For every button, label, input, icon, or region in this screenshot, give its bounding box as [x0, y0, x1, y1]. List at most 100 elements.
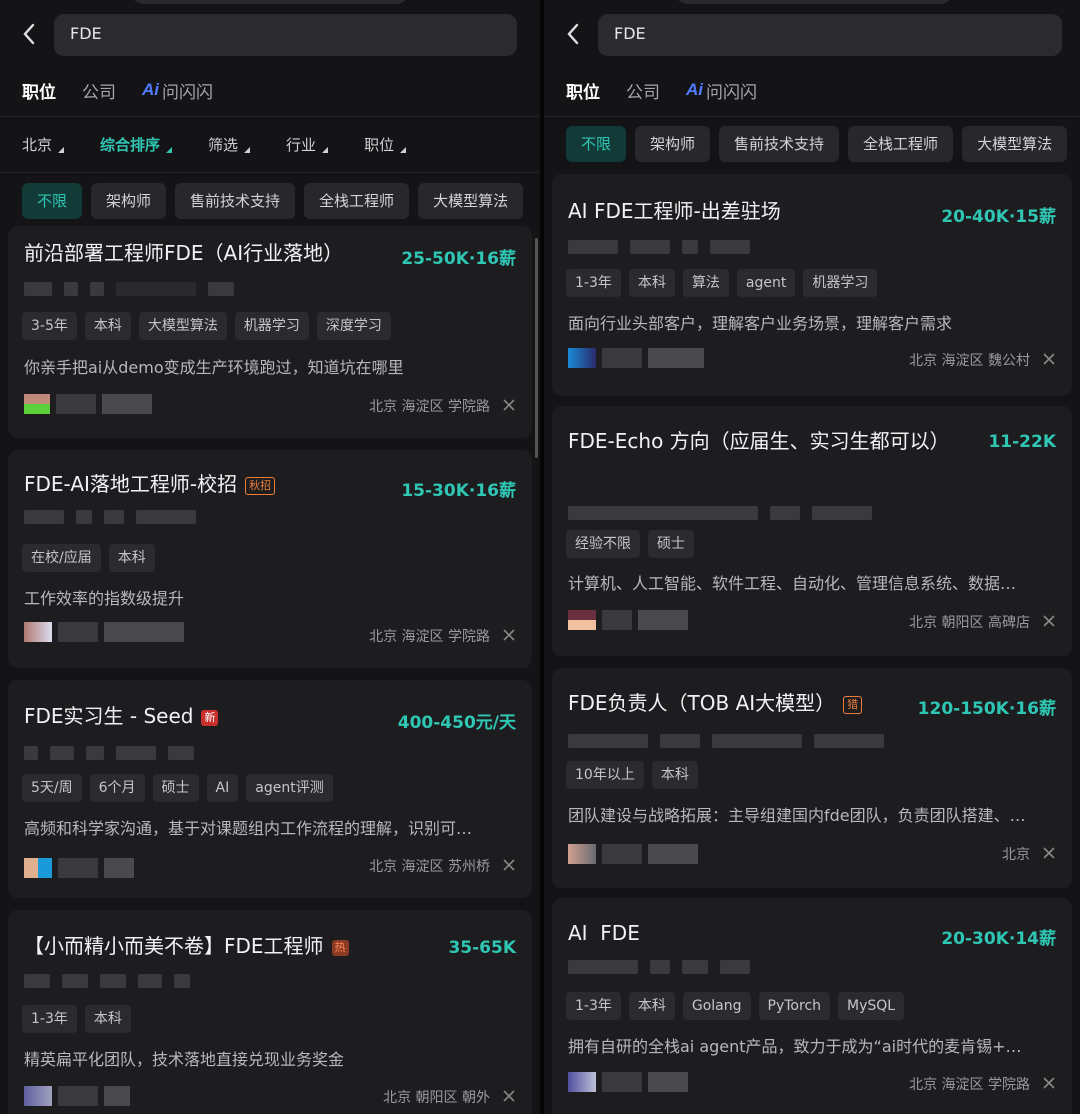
- headhunter-badge: 猎: [843, 695, 863, 714]
- job-card[interactable]: AI FDE工程师-出差驻场 20-40K·15薪 1-3年 本科 算法 age…: [552, 174, 1072, 396]
- job-card[interactable]: FDE-Echo 方向（应届生、实习生都可以） 11-22K 经验不限 硕士 计…: [552, 406, 1072, 656]
- divider: [0, 172, 540, 173]
- tab-companies[interactable]: 公司: [82, 78, 116, 103]
- filter-sort[interactable]: 综合排序: [100, 134, 173, 156]
- close-icon[interactable]: [502, 628, 516, 642]
- tag-list: 5天/周 6个月 硕士 AI agent评测: [22, 774, 341, 802]
- tab-companies[interactable]: 公司: [626, 78, 660, 103]
- job-location: 北京: [1002, 847, 1030, 863]
- chip-architect[interactable]: 架构师: [635, 126, 711, 162]
- filter-city[interactable]: 北京: [22, 134, 65, 156]
- tag-list: 经验不限 硕士: [566, 530, 702, 558]
- search-input[interactable]: FDE: [54, 14, 517, 56]
- job-description: 精英扁平化团队，技术落地直接兑现业务奖金: [24, 1050, 345, 1069]
- company-info-blurred: [24, 974, 202, 988]
- job-description: 拥有自研的全栈ai agent产品，致力于成为“ai时代的麦肯锡+…: [568, 1037, 1022, 1056]
- close-icon[interactable]: [1042, 846, 1056, 860]
- tag: 1-3年: [566, 269, 621, 297]
- company-info-blurred: [568, 240, 762, 254]
- job-description: 面向行业头部客户，理解客户业务场景，理解客户需求: [568, 314, 953, 333]
- tag: 本科: [108, 544, 155, 572]
- tag: 硕士: [648, 530, 694, 558]
- right-screen: FDE 职位 公司 Ai 问闪闪 不限 架构师 售前技术支持 全栈工程师 大模型算…: [544, 0, 1080, 1114]
- job-card[interactable]: 前沿部署工程师FDE（AI行业落地） 25-50K·16薪 3-5年 本科 大模…: [8, 226, 532, 438]
- chip-llm-algo[interactable]: 大模型算法: [418, 183, 524, 219]
- tag-list: 1-3年 本科 Golang PyTorch MySQL: [566, 992, 912, 1020]
- tag-list: 在校/应届 本科: [22, 544, 163, 572]
- chip-presales[interactable]: 售前技术支持: [719, 126, 840, 162]
- close-icon[interactable]: [1042, 1076, 1056, 1090]
- recruiter-blurred: [24, 622, 190, 642]
- tag-list: 10年以上 本科: [566, 761, 706, 789]
- close-icon[interactable]: [1042, 352, 1056, 366]
- filter-screen[interactable]: 筛选: [208, 134, 251, 156]
- tag: 本科: [628, 992, 675, 1020]
- close-icon[interactable]: [502, 1089, 516, 1103]
- tab-jobs[interactable]: 职位: [22, 78, 56, 103]
- tag: 经验不限: [566, 530, 640, 558]
- search-input[interactable]: FDE: [598, 14, 1062, 56]
- job-card[interactable]: FDE实习生 - Seed 新 400-450元/天 5天/周 6个月 硕士 AI…: [8, 680, 532, 898]
- job-card[interactable]: FDE-AI落地工程师-校招 秋招 15-30K·16薪 在校/应届 本科 工作效…: [8, 450, 532, 668]
- tag-list: 1-3年 本科: [22, 1005, 139, 1033]
- chip-unlimited[interactable]: 不限: [22, 183, 83, 219]
- filter-position[interactable]: 职位: [364, 134, 407, 156]
- close-icon[interactable]: [502, 858, 516, 872]
- divider: [0, 116, 540, 117]
- job-card[interactable]: FDE负责人（TOB AI大模型） 猎 120-150K·16薪 10年以上 本科…: [552, 668, 1072, 888]
- chip-unlimited[interactable]: 不限: [566, 126, 627, 162]
- chip-row: 不限 架构师 售前技术支持 全栈工程师 大模型算法: [22, 183, 532, 219]
- job-description: 工作效率的指数级提升: [24, 589, 185, 608]
- back-arrow-icon[interactable]: [20, 22, 38, 46]
- ai-icon: Ai: [686, 80, 703, 99]
- job-title: FDE-Echo 方向（应届生、实习生都可以）: [568, 429, 950, 453]
- tag: agent: [736, 269, 796, 297]
- job-title: 前沿部署工程师FDE（AI行业落地）: [24, 241, 344, 265]
- scrollbar[interactable]: [535, 238, 538, 458]
- chip-fullstack[interactable]: 全栈工程师: [848, 126, 954, 162]
- job-location: 北京 朝阳区 高碑店: [909, 615, 1030, 631]
- job-location: 北京 海淀区 学院路: [369, 399, 490, 415]
- chip-architect[interactable]: 架构师: [91, 183, 167, 219]
- chip-llm-algo[interactable]: 大模型算法: [962, 126, 1068, 162]
- tag: 本科: [84, 312, 131, 340]
- close-icon[interactable]: [1042, 614, 1056, 628]
- chip-presales[interactable]: 售前技术支持: [175, 183, 296, 219]
- job-salary: 35-65K: [448, 938, 516, 958]
- back-arrow-icon[interactable]: [564, 22, 582, 46]
- tag: PyTorch: [758, 992, 831, 1020]
- job-location: 北京 海淀区 学院路: [909, 1077, 1030, 1093]
- chip-row: 不限 架构师 售前技术支持 全栈工程师 大模型算法: [566, 126, 1076, 162]
- autumn-recruit-badge: 秋招: [245, 476, 276, 495]
- job-card[interactable]: 【小而精小而美不卷】FDE工程师热 35-65K 1-3年 本科 精英扁平化团队…: [8, 910, 532, 1114]
- recruiter-blurred: [568, 1072, 694, 1092]
- filter-industry[interactable]: 行业: [286, 134, 329, 156]
- job-title-row: 【小而精小而美不卷】FDE工程师热: [24, 931, 349, 961]
- tag: 本科: [651, 761, 698, 789]
- job-title: FDE负责人（TOB AI大模型）: [568, 691, 836, 715]
- search-query: FDE: [614, 24, 646, 43]
- tag-list: 1-3年 本科 算法 agent 机器学习: [566, 269, 885, 297]
- job-title: AI FDE: [568, 921, 640, 945]
- tab-jobs[interactable]: 职位: [566, 78, 600, 103]
- company-info-blurred: [24, 282, 246, 296]
- job-salary: 400-450元/天: [397, 713, 516, 733]
- company-info-blurred: [568, 734, 896, 748]
- job-title: FDE实习生 - Seed: [24, 704, 194, 728]
- new-badge: 新: [201, 709, 219, 726]
- tab-ask-ai[interactable]: Ai 问闪闪: [686, 78, 757, 103]
- recruiter-blurred: [24, 858, 140, 878]
- tag: 深度学习: [316, 312, 391, 340]
- recruiter-blurred: [568, 844, 704, 864]
- divider: [544, 116, 1080, 117]
- tag: 机器学习: [234, 312, 309, 340]
- job-salary: 120-150K·16薪: [917, 699, 1056, 719]
- job-card[interactable]: AI FDE 20-30K·14薪 1-3年 本科 Golang PyTorch…: [552, 898, 1072, 1114]
- tag: 在校/应届: [22, 544, 101, 572]
- job-title-row: FDE实习生 - Seed 新: [24, 701, 219, 731]
- chip-fullstack[interactable]: 全栈工程师: [304, 183, 410, 219]
- left-screen: FDE 职位 公司 Ai 问闪闪 北京 综合排序 筛选 行业 职位 不限 架构师 …: [0, 0, 540, 1114]
- tab-ask-ai[interactable]: Ai 问闪闪: [142, 78, 213, 103]
- close-icon[interactable]: [502, 398, 516, 412]
- job-location: 北京 海淀区 学院路: [369, 629, 490, 645]
